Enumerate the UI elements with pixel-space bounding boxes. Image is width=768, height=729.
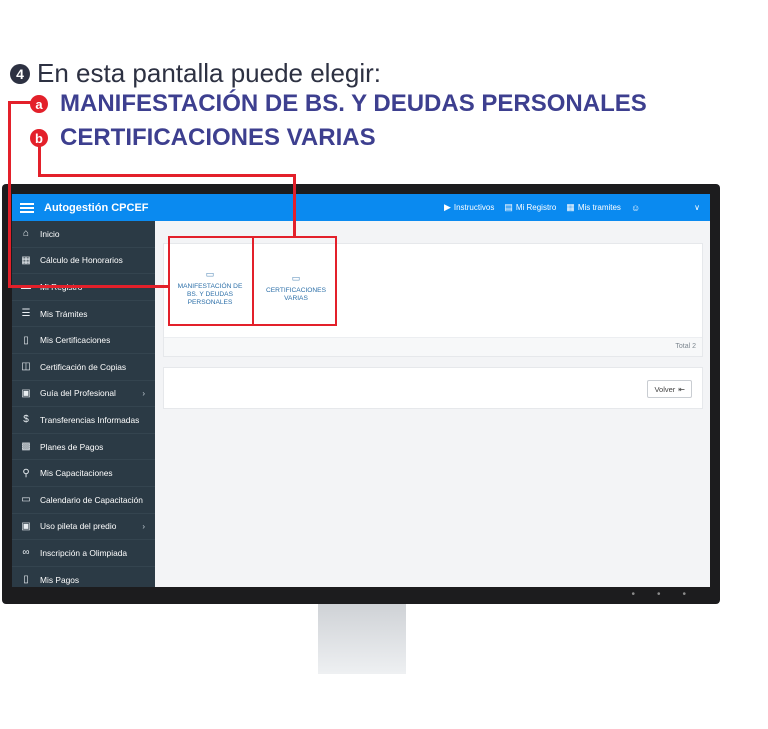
sidebar-item-planes-pagos[interactable]: ▩ Planes de Pagos: [12, 434, 155, 461]
sidebar-item-label: Guía del Profesional: [40, 388, 116, 399]
sidebar-item-label: Transferencias Informadas: [40, 414, 140, 425]
sidebar-item-label: Mis Certificaciones: [40, 335, 111, 346]
calculator-icon: ▦: [21, 254, 31, 266]
sidebar-item-calculo-honorarios[interactable]: ▦ Cálculo de Honorarios: [12, 248, 155, 275]
hamburger-menu-icon[interactable]: [20, 202, 34, 213]
sidebar-item-mis-tramites[interactable]: ☰ Mis Trámites: [12, 301, 155, 328]
sidebar-item-inicio[interactable]: ⌂ Inicio: [12, 221, 155, 248]
nav-label: Mis tramites: [577, 203, 621, 212]
sidebar-item-transferencias[interactable]: $ Transferencias Informadas: [12, 407, 155, 434]
sidebar-item-olimpiada[interactable]: ∞ Inscripción a Olimpiada: [12, 540, 155, 567]
actions-card: Volver ⇤: [163, 367, 703, 409]
grid-icon: ▩: [21, 441, 31, 453]
sidebar-item-label: Uso pileta del predio: [40, 521, 117, 532]
calculator-icon: ▦: [566, 202, 575, 212]
training-icon: ⚲: [22, 467, 30, 479]
monitor-frame: Autogestión CPCEF ▶ Instructivos ▤ Mi Re…: [2, 184, 720, 604]
nav-mis-tramites[interactable]: ▦ Mis tramites: [566, 202, 621, 213]
monitor-stand: [318, 604, 406, 674]
total-count: Total 2: [675, 343, 696, 350]
sidebar-item-label: Mis Capacitaciones: [40, 468, 113, 479]
connector-line-b: [38, 144, 41, 176]
dollar-icon: $: [23, 414, 29, 426]
header-nav: ▶ Instructivos ▤ Mi Registro ▦ Mis trami…: [434, 194, 700, 221]
option-a: a MANIFESTACIÓN DE BS. Y DEUDAS PERSONAL…: [30, 90, 647, 118]
id-card-icon: ▤: [504, 202, 513, 212]
nav-label: Instructivos: [453, 203, 495, 212]
sidebar-item-label: Mis Trámites: [40, 308, 88, 319]
option-b: b CERTIFICACIONES VARIAS: [30, 124, 376, 152]
highlight-box-a: [168, 236, 254, 326]
image-icon: ▣: [21, 520, 31, 532]
sidebar-item-mis-capacitaciones[interactable]: ⚲ Mis Capacitaciones: [12, 460, 155, 487]
chevron-right-icon: ›: [142, 388, 145, 398]
option-a-label: MANIFESTACIÓN DE BS. Y DEUDAS PERSONALES: [60, 90, 647, 117]
sidebar-item-mis-certificaciones[interactable]: ▯ Mis Certificaciones: [12, 327, 155, 354]
document-icon: ▯: [23, 574, 29, 586]
calendar-icon: ▭: [21, 494, 31, 506]
certificate-icon: ▯: [23, 334, 29, 346]
chevron-down-icon[interactable]: ∨: [694, 203, 700, 212]
sidebar-item-label: Inscripción a Olimpiada: [40, 547, 128, 558]
copies-icon: ◫: [21, 361, 31, 373]
app-header: Autogestión CPCEF ▶ Instructivos ▤ Mi Re…: [12, 194, 710, 221]
image-icon: ▣: [21, 387, 31, 399]
instruction-text: En esta pantalla puede elegir:: [37, 58, 382, 88]
sidebar-item-label: Calendario de Capacitación: [40, 494, 143, 505]
app-title[interactable]: Autogestión CPCEF: [44, 202, 149, 214]
bezel-buttons: •••: [631, 589, 708, 600]
connector-line-a: [8, 285, 168, 288]
connector-line-b: [38, 174, 295, 177]
sidebar-item-label: Cálculo de Honorarios: [40, 255, 123, 266]
sidebar-item-calendario[interactable]: ▭ Calendario de Capacitación: [12, 487, 155, 514]
sidebar-item-guia-profesional[interactable]: ▣ Guía del Profesional ›: [12, 381, 155, 408]
connector-line-a: [8, 101, 11, 287]
sidebar-item-uso-pileta[interactable]: ▣ Uso pileta del predio ›: [12, 514, 155, 541]
card-footer: Total 2: [164, 337, 702, 356]
chevron-right-icon: ›: [142, 521, 145, 531]
connector-line-a: [8, 101, 32, 104]
user-icon[interactable]: ☺: [631, 203, 640, 213]
sidebar-item-label: Mis Pagos: [40, 574, 80, 585]
back-button[interactable]: Volver ⇤: [647, 380, 692, 398]
sidebar-item-label: Certificación de Copias: [40, 361, 127, 372]
sidebar: ⌂Inicio ▦Cálculo de Honorarios ▬Mi Regis…: [12, 221, 155, 587]
nav-mi-registro[interactable]: ▤ Mi Registro: [504, 202, 556, 213]
sidebar-item-mis-pagos[interactable]: ▯ Mis Pagos: [12, 567, 155, 587]
highlight-box-b: [252, 236, 337, 326]
checklist-icon: ☰: [21, 308, 31, 320]
instruction-heading: 4 En esta pantalla puede elegir:: [10, 58, 381, 89]
marker-a: a: [30, 95, 48, 113]
bicycle-icon: ∞: [22, 547, 30, 559]
back-button-label: Volver: [654, 384, 676, 394]
home-icon: ⌂: [22, 228, 30, 240]
sidebar-item-label: Planes de Pagos: [40, 441, 104, 452]
connector-line-b: [293, 174, 296, 236]
option-b-label: CERTIFICACIONES VARIAS: [60, 124, 376, 151]
sidebar-item-certificacion-copias[interactable]: ◫ Certificación de Copias: [12, 354, 155, 381]
exit-icon: ⇤: [678, 384, 685, 394]
play-circle-icon: ▶: [443, 202, 451, 212]
nav-label: Mi Registro: [515, 203, 557, 212]
sidebar-item-label: Inicio: [40, 228, 60, 239]
app-screen: Autogestión CPCEF ▶ Instructivos ▤ Mi Re…: [12, 194, 710, 587]
nav-instructivos[interactable]: ▶ Instructivos: [444, 202, 494, 213]
step-number-badge: 4: [10, 63, 30, 84]
